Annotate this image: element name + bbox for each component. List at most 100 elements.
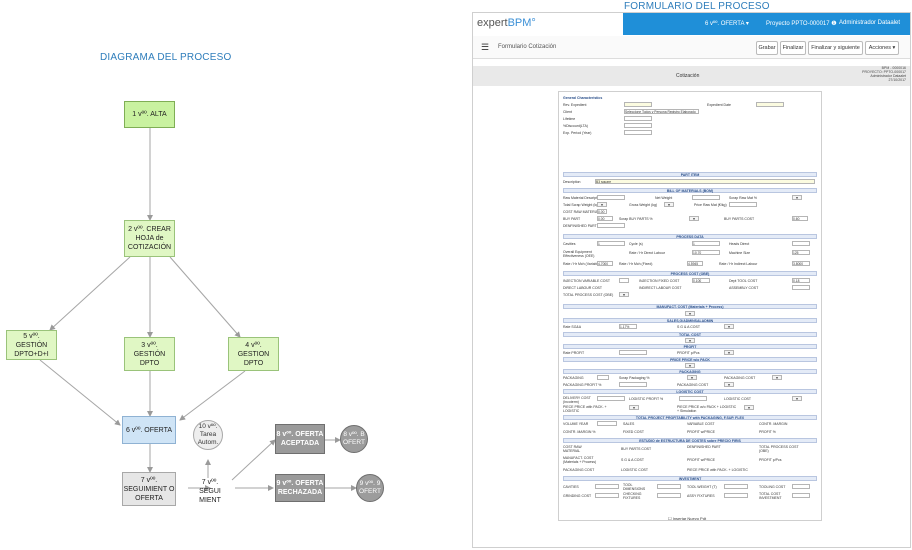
manufact-select[interactable]: ▾ bbox=[685, 311, 695, 316]
discount-field[interactable] bbox=[624, 123, 652, 128]
label-rate-profit: Rate PROFIT bbox=[563, 351, 585, 355]
label-rev-expedient: Rev. Expedient bbox=[563, 103, 587, 107]
total-process-select[interactable]: ▾ bbox=[619, 292, 629, 297]
logistic-profit-field[interactable] bbox=[679, 396, 707, 401]
menu-icon[interactable]: ☰ bbox=[481, 42, 489, 53]
node-crear-hoja-cotizacion: 2 vºº. CREAR HOJA de COTIZACIÓN bbox=[124, 220, 175, 257]
rate-fixed-field[interactable]: 4.5945 bbox=[687, 261, 703, 266]
label-est-buy-parts: BUY PARTS COST bbox=[621, 447, 652, 451]
net-weight-field[interactable] bbox=[692, 195, 720, 200]
section-logistic: LOGISTIC COST bbox=[563, 389, 817, 394]
label-est-cost-raw: COST RAW MATERIAL bbox=[563, 445, 582, 453]
rate-variable-field[interactable]: 4.7000 bbox=[597, 261, 613, 266]
scrap-raw-select[interactable]: ▾ bbox=[792, 195, 802, 200]
meta-info: BPM - 0000016 PROYECTO: PPTO-000017 Admini… bbox=[862, 66, 906, 82]
nav-admin[interactable]: Administrador Dataalet bbox=[839, 20, 900, 26]
label-est-profit-price: PROFIT w/PRICE bbox=[687, 458, 715, 462]
label-inj-variable: INJECTION VARIABLE COST bbox=[563, 279, 610, 283]
raw-material-field[interactable] bbox=[597, 195, 625, 200]
label-inv-tool-weight: TOOL WEIGHT (T) bbox=[687, 485, 717, 489]
inj-fixed-field[interactable]: 0.100 bbox=[692, 278, 710, 283]
scrap-packaging-select[interactable]: ▾ bbox=[687, 375, 697, 380]
label-sales: SALES bbox=[623, 422, 635, 426]
rate-direct-field[interactable]: 10.70 bbox=[692, 250, 720, 255]
finalizar-button[interactable]: Finalizar bbox=[780, 41, 806, 55]
inv-checking-field[interactable] bbox=[657, 493, 681, 498]
packaging-field[interactable] bbox=[597, 375, 609, 380]
rate-profit-field[interactable] bbox=[619, 350, 647, 355]
label-lifetime: Lifetime bbox=[563, 117, 576, 121]
section-investment: INVESTMENT bbox=[563, 476, 817, 481]
price-sim-select[interactable]: ▾ bbox=[744, 405, 754, 410]
inv-grinding-field[interactable] bbox=[595, 493, 619, 498]
packaging-cost-select[interactable]: ▾ bbox=[772, 375, 782, 380]
inv-total-field[interactable] bbox=[792, 493, 810, 498]
rev-expedient-field[interactable] bbox=[624, 102, 652, 107]
inv-tool-weight-field[interactable] bbox=[724, 484, 748, 489]
label-est-sga: S G & A COST bbox=[621, 458, 644, 462]
price-pack-logistic-select[interactable]: ▾ bbox=[629, 405, 639, 410]
rate-indirect-field[interactable]: 3.8000 bbox=[792, 261, 810, 266]
gross-weight-select[interactable]: ▾ bbox=[664, 202, 674, 207]
sga-cost-select[interactable]: ▾ bbox=[724, 324, 734, 329]
label-variable-cost: VARIABLE COST bbox=[687, 422, 715, 426]
acciones-button[interactable]: Acciones ▾ bbox=[865, 41, 899, 55]
inv-tool-dim-field[interactable] bbox=[657, 484, 681, 489]
exp-period-field[interactable] bbox=[624, 130, 652, 135]
scrap-buy-select[interactable]: ▾ bbox=[689, 216, 699, 221]
nav-proyecto[interactable]: Proyecto PPTO-000017 ❶ bbox=[766, 20, 837, 27]
finalizar-siguiente-button[interactable]: Finalizar y siguiente bbox=[808, 41, 863, 55]
label-delivery: DELIVERY COST (Incoterm) bbox=[563, 396, 591, 404]
cavities-field[interactable]: 1 bbox=[597, 241, 625, 246]
label-price-pack-logistic: PIECE PRICE with PACK. + LOGISTIC bbox=[563, 405, 607, 413]
rate-sga-field[interactable]: 1.17% bbox=[619, 324, 637, 329]
lifetime-field[interactable] bbox=[624, 116, 652, 121]
section-packaging: PACKAGING bbox=[563, 369, 817, 374]
label-total-scrap: Total Scrap Weight (kg) bbox=[563, 203, 600, 207]
heads-direct-field[interactable] bbox=[792, 241, 810, 246]
diagram-connectors bbox=[39, 128, 357, 491]
section-part-item: PART ITEM bbox=[563, 172, 817, 177]
expedient-date-field[interactable] bbox=[756, 102, 784, 107]
logo[interactable]: expertBPM° bbox=[477, 17, 536, 29]
packaging-cost-2-select[interactable]: ▾ bbox=[724, 382, 734, 387]
logistic-cost-select[interactable]: ▾ bbox=[792, 396, 802, 401]
assembly-field[interactable] bbox=[792, 285, 810, 290]
description-field[interactable]: B3 square bbox=[595, 179, 815, 184]
form-window: expertBPM° 6 vºº. OFERTA ▾ Proyecto PPTO… bbox=[472, 12, 911, 548]
denfinished-field[interactable] bbox=[597, 223, 625, 228]
price-select[interactable]: ▾ bbox=[685, 363, 695, 368]
label-scrap-packaging: Scrap Packaging % bbox=[619, 376, 650, 380]
node-gestion-dpto-3: 3 vºº. GESTIÓN DPTO bbox=[124, 337, 175, 371]
inv-tooling-cost-field[interactable] bbox=[792, 484, 810, 489]
insert-new-link[interactable]: ☐ Insertar Nuevo Pdt bbox=[668, 516, 706, 521]
label-inv-grinding: GRINDING COST bbox=[563, 494, 592, 498]
tool-cost-field[interactable]: 0.18 bbox=[792, 278, 810, 283]
client-select[interactable]: Seleccione Todos y Persona Registro Elab… bbox=[624, 109, 699, 114]
grabar-button[interactable]: Grabar bbox=[756, 41, 778, 55]
profit-pcs-select[interactable]: ▾ bbox=[724, 350, 734, 355]
label-buy-part: BUY PART bbox=[563, 217, 581, 221]
cost-raw-field[interactable]: 0.00 bbox=[597, 209, 607, 214]
section-process-data: PROCESS DATA bbox=[563, 234, 817, 239]
total-scrap-select[interactable]: ▾ bbox=[597, 202, 607, 207]
delivery-field[interactable] bbox=[597, 396, 625, 401]
label-direct-labour: DIRECT LABOUR COST bbox=[563, 286, 603, 290]
label-inv-checking: CHECKING FIXTURES bbox=[623, 492, 642, 500]
cycle-field[interactable]: 1 bbox=[692, 241, 720, 246]
label-contr-margin-pct: CONTR. MARGIN % bbox=[563, 430, 596, 434]
inv-assy-field[interactable] bbox=[724, 493, 748, 498]
machine-size-field[interactable]: 125 bbox=[792, 250, 810, 255]
buy-part-field[interactable]: 0.00 bbox=[597, 216, 613, 221]
buy-parts-cost-field[interactable]: 0.60 bbox=[792, 216, 808, 221]
nav-oferta-dropdown[interactable]: 6 vºº. OFERTA ▾ bbox=[705, 20, 749, 27]
section-estudio: ESTUDIO de ESTRUCTURA DE COSTES sobre PR… bbox=[563, 438, 817, 443]
inj-variable-field[interactable] bbox=[619, 278, 629, 283]
inv-cavities-field[interactable] bbox=[595, 484, 619, 489]
label-packaging-cost-2: PACKAGING COST bbox=[677, 383, 709, 387]
volume-year-field[interactable] bbox=[597, 421, 617, 426]
total-cost-select[interactable]: ▾ bbox=[685, 338, 695, 343]
label-heads-direct: Heads Direct bbox=[729, 242, 750, 246]
price-raw-field[interactable] bbox=[729, 202, 757, 207]
packaging-profit-field[interactable] bbox=[619, 382, 647, 387]
